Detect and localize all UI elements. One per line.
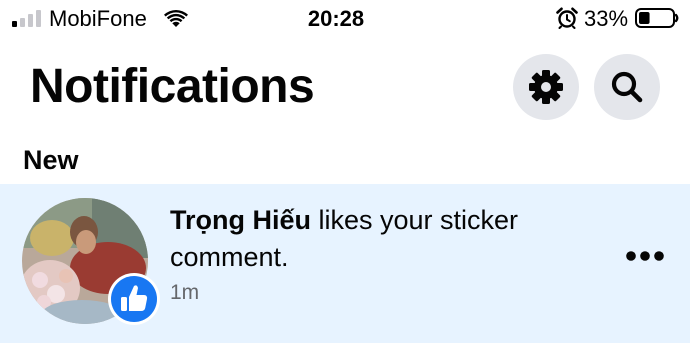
search-button[interactable] bbox=[594, 54, 660, 120]
section-heading-new: New bbox=[23, 145, 79, 175]
notification-time: 1m bbox=[170, 281, 200, 304]
carrier-name: MobiFone bbox=[49, 6, 147, 31]
signal-icon bbox=[12, 10, 41, 27]
alarm-icon bbox=[556, 7, 578, 29]
notification-text: Trọng Hiếu likes your sticker comment. bbox=[170, 202, 590, 276]
status-bar: MobiFone 20:28 33% bbox=[0, 0, 690, 40]
notifications-screen: MobiFone 20:28 33% Notifications New Trọ… bbox=[0, 0, 690, 343]
status-time: 20:28 bbox=[307, 6, 365, 31]
more-dots-icon[interactable] bbox=[620, 238, 670, 274]
thumbs-up-icon bbox=[108, 273, 160, 325]
wifi-icon bbox=[164, 9, 188, 27]
search-icon bbox=[611, 71, 643, 103]
notification-actor: Trọng Hiếu bbox=[170, 205, 311, 235]
battery-icon bbox=[635, 8, 679, 28]
battery-level-fill bbox=[639, 12, 650, 24]
settings-button[interactable] bbox=[513, 54, 579, 120]
notification-item[interactable]: Trọng Hiếu likes your sticker comment. 1… bbox=[0, 184, 690, 343]
page-title: Notifications bbox=[30, 60, 315, 113]
battery-percent: 33% bbox=[584, 6, 629, 31]
gear-icon bbox=[529, 70, 563, 104]
